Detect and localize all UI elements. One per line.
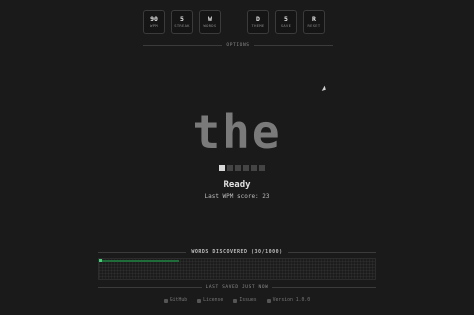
theme-label: THEME	[251, 23, 265, 28]
progress-segment	[259, 165, 265, 171]
words-discovered-grid	[98, 258, 376, 280]
status-text: Ready	[223, 180, 251, 190]
footer-issues-label: Issues	[239, 298, 257, 303]
cursor-icon	[321, 85, 328, 93]
top-controls: 90 WPM 5 STREAK W WORDS D THEME 5 SAVE R…	[143, 10, 325, 34]
streak-value: 5	[180, 15, 184, 23]
last-wpm-score: Last WPM score: 23	[204, 193, 270, 200]
words-discovered-panel: WORDS DISCOVERED (30/1000)	[98, 248, 376, 290]
streak-label: STREAK	[174, 23, 190, 28]
save-label: SAVE	[280, 23, 292, 28]
words-discovered-label: WORDS DISCOVERED (30/1000)	[191, 249, 283, 255]
progress-segment	[219, 165, 225, 171]
footer-link-license[interactable]: License	[197, 298, 223, 303]
license-icon	[197, 298, 202, 303]
footer-link-version[interactable]: Version 1.0.0	[266, 298, 311, 303]
reset-value: R	[312, 15, 316, 23]
theme-value: D	[256, 15, 260, 23]
word-progress	[219, 165, 265, 171]
words-button[interactable]: W WORDS	[199, 10, 221, 34]
last-saved-row: LAST SAVED JUST NOW	[98, 285, 376, 290]
words-value: W	[208, 15, 212, 23]
version-icon	[266, 298, 271, 303]
wpm-value: 90	[150, 15, 158, 23]
reset-label: RESET	[307, 23, 321, 28]
progress-segment	[243, 165, 249, 171]
footer: GitHub License Issues Version 1.0.0	[0, 298, 474, 303]
footer-version-label: Version 1.0.0	[272, 298, 311, 303]
words-discovered-marker	[99, 259, 102, 262]
save-button[interactable]: 5 SAVE	[275, 10, 297, 34]
footer-link-github[interactable]: GitHub	[163, 298, 188, 303]
footer-license-label: License	[203, 298, 224, 303]
options-toggle[interactable]: OPTIONS	[143, 40, 333, 50]
reset-button[interactable]: R RESET	[303, 10, 325, 34]
options-label: OPTIONS	[226, 42, 250, 48]
theme-button[interactable]: D THEME	[247, 10, 269, 34]
footer-link-issues[interactable]: Issues	[233, 298, 257, 303]
words-label: WORDS	[203, 23, 217, 28]
progress-segment	[251, 165, 257, 171]
current-word: the	[192, 105, 282, 159]
wpm-button[interactable]: 90 WPM	[143, 10, 165, 34]
issues-icon	[233, 298, 238, 303]
words-discovered-title: WORDS DISCOVERED (30/1000)	[98, 248, 376, 256]
last-saved-label: LAST SAVED JUST NOW	[205, 285, 269, 290]
save-value: 5	[284, 15, 288, 23]
footer-github-label: GitHub	[169, 298, 188, 303]
wpm-label: WPM	[150, 23, 158, 28]
words-discovered-fill	[100, 260, 179, 262]
progress-segment	[227, 165, 233, 171]
github-icon	[163, 298, 168, 303]
streak-button[interactable]: 5 STREAK	[171, 10, 193, 34]
progress-segment	[235, 165, 241, 171]
